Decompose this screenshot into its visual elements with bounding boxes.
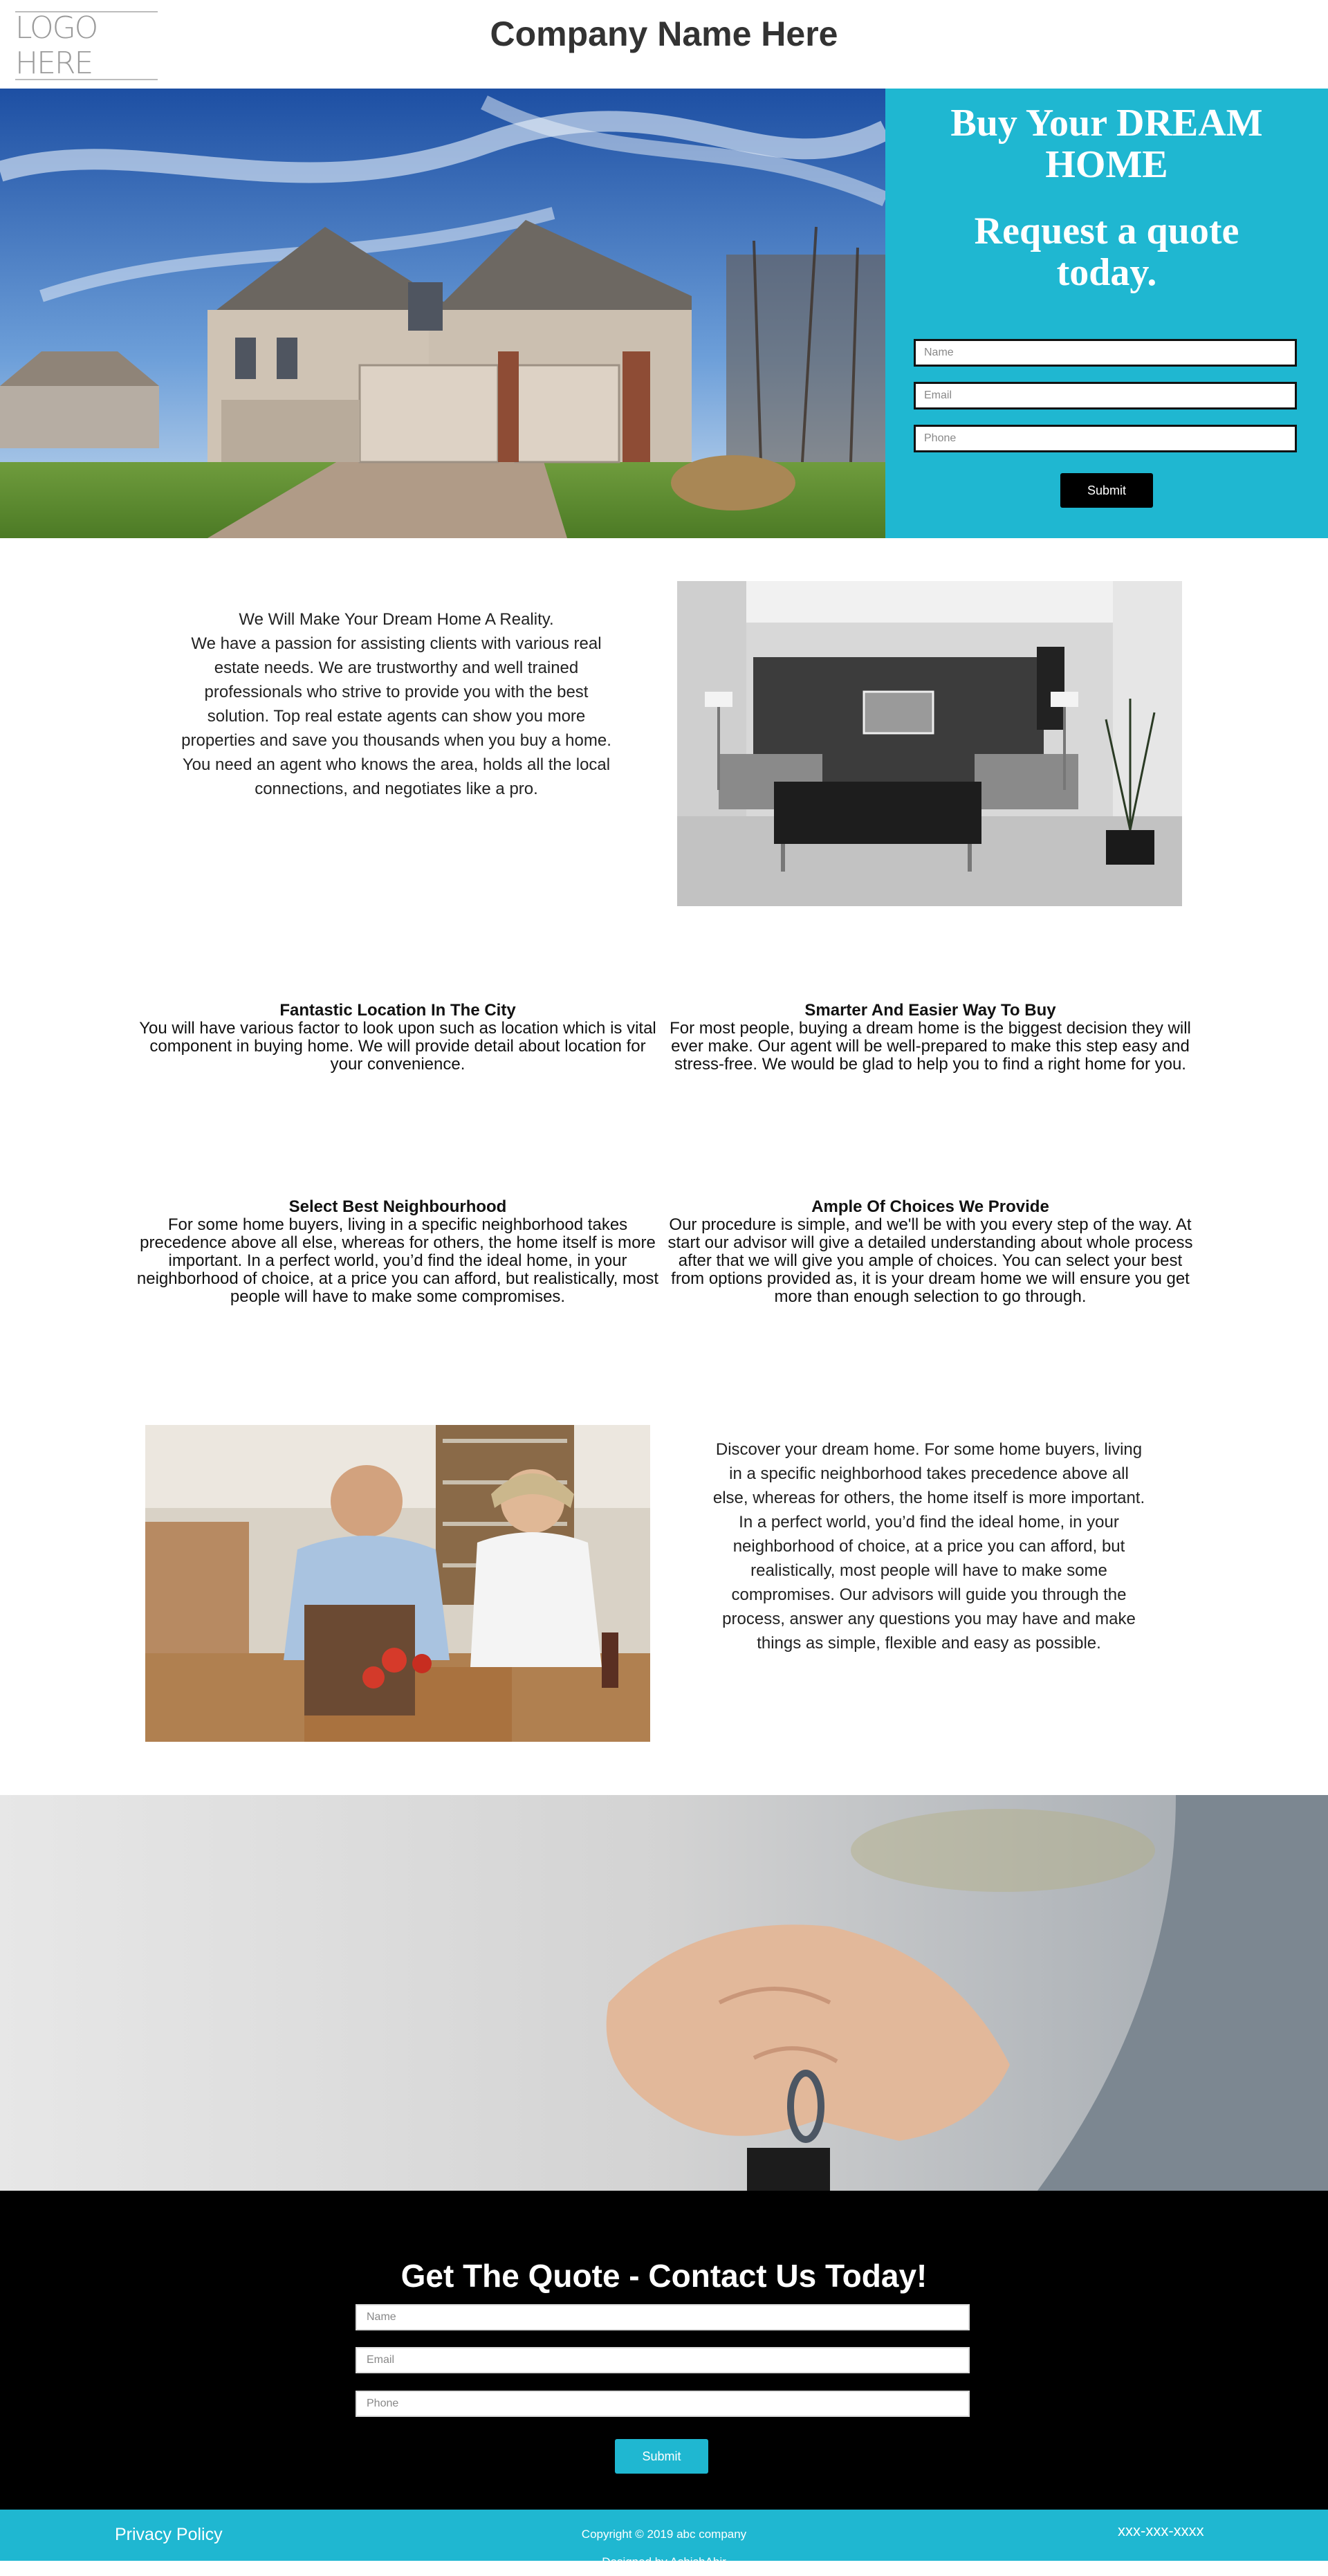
- feature-location: Fantastic Location In The City You will …: [135, 1002, 661, 1074]
- hero-submit-button[interactable]: Submit: [1060, 473, 1153, 508]
- feature-body: For most people, buying a dream home is …: [670, 1019, 1191, 1074]
- site-header: LOGO HERE Company Name Here: [0, 0, 1328, 89]
- feature-title: Ample Of Choices We Provide: [811, 1197, 1049, 1216]
- contact-submit-button[interactable]: Submit: [615, 2439, 708, 2474]
- discover-text: Discover your dream home. For some home …: [712, 1440, 1145, 1653]
- feature-title: Fantastic Location In The City: [279, 1001, 516, 1020]
- footer-phone[interactable]: xxx-xxx-xxxx: [1118, 2522, 1204, 2540]
- company-name: Company Name Here: [490, 15, 838, 53]
- hero-quote-form: Name Email Phone: [914, 339, 1297, 468]
- hero-phone-input[interactable]: Phone: [914, 425, 1297, 452]
- intro-title: We Will Make Your Dream Home A Reality.: [239, 610, 554, 629]
- contact-section: Get The Quote - Contact Us Today! Name E…: [0, 2191, 1328, 2510]
- hero-section: Buy Your DREAM HOME Request a quote toda…: [0, 89, 1328, 538]
- contact-email-input[interactable]: Email: [356, 2347, 970, 2373]
- hero-subheadline: Request a quote today.: [974, 210, 1239, 294]
- hero-name-input[interactable]: Name: [914, 339, 1297, 367]
- hero-headline: Buy Your DREAM HOME: [950, 102, 1263, 186]
- intro-body: We have a passion for assisting clients …: [181, 634, 611, 798]
- house-keys-photo: [0, 1795, 1328, 2191]
- hero-email-input[interactable]: Email: [914, 382, 1297, 410]
- feature-body: Our procedure is simple, and we'll be wi…: [667, 1215, 1193, 1306]
- site-footer: Privacy Policy Copyright © 2019 abc comp…: [0, 2510, 1328, 2568]
- contact-phone-input[interactable]: Phone: [356, 2391, 970, 2417]
- feature-body: You will have various factor to look upo…: [139, 1019, 656, 1074]
- intro-text: We Will Make Your Dream Home A Reality. …: [178, 607, 614, 801]
- feature-smarter: Smarter And Easier Way To Buy For most p…: [667, 1002, 1193, 1074]
- living-room-photo: [677, 581, 1182, 906]
- designer-credit: Designed by AshishAhir: [602, 2555, 726, 2568]
- quote-panel: Buy Your DREAM HOME Request a quote toda…: [885, 89, 1328, 538]
- contact-name-input[interactable]: Name: [356, 2304, 970, 2330]
- feature-title: Smarter And Easier Way To Buy: [804, 1001, 1056, 1020]
- contact-title: Get The Quote - Contact Us Today!: [400, 2258, 928, 2294]
- feature-title: Select Best Neighbourhood: [288, 1197, 507, 1216]
- house-photo: [0, 89, 885, 538]
- feature-body: For some home buyers, living in a specif…: [136, 1215, 659, 1306]
- couple-kitchen-photo: [145, 1425, 650, 1742]
- feature-choices: Ample Of Choices We Provide Our procedur…: [667, 1198, 1193, 1306]
- feature-neighbourhood: Select Best Neighbourhood For some home …: [135, 1198, 661, 1306]
